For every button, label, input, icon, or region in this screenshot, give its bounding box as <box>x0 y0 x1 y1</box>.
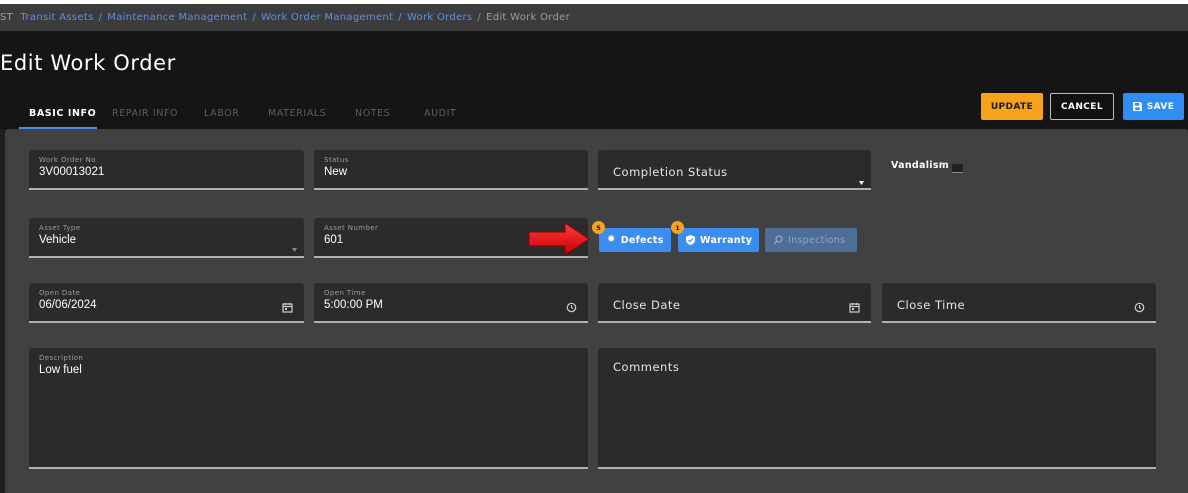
breadcrumb-separator: / <box>252 12 257 23</box>
magnifier-icon <box>773 235 783 245</box>
update-button[interactable]: UPDATE <box>981 93 1043 120</box>
caret-down-icon <box>859 170 864 189</box>
page-title: Edit Work Order <box>0 51 176 75</box>
completion-status-placeholder: Completion Status <box>613 165 728 179</box>
asset-number-label: Asset Number <box>324 224 379 232</box>
work-order-no-field[interactable]: Work Order No 3V00013021 <box>29 150 304 190</box>
breadcrumb-separator: / <box>398 12 402 23</box>
breadcrumb-prefix: ST <box>0 12 14 23</box>
open-time-field[interactable]: Open Time 5:00:00 PM <box>314 283 588 323</box>
app-frame: ST Transit Assets / Maintenance Management… <box>0 4 1188 493</box>
comments-placeholder: Comments <box>613 360 680 374</box>
breadcrumb-item-work-orders[interactable]: Work Orders <box>407 12 472 23</box>
warranty-count-badge: 1 <box>671 221 684 234</box>
vandalism-checkbox[interactable] <box>952 164 963 173</box>
status-label: Status <box>324 156 349 164</box>
breadcrumb-item-maintenance-management[interactable]: Maintenance Management <box>107 12 247 23</box>
breadcrumb-current: Edit Work Order <box>486 12 571 23</box>
save-button-label: SAVE <box>1146 101 1175 112</box>
warranty-button[interactable]: Warranty <box>678 228 759 252</box>
tab-materials[interactable]: MATERIALS <box>268 108 326 119</box>
update-button-label: UPDATE <box>990 101 1034 112</box>
tab-audit[interactable]: AUDIT <box>424 108 456 119</box>
warranty-button-label: Warranty <box>700 234 753 246</box>
inspections-button-label: Inspections <box>788 234 846 246</box>
caret-down-icon <box>292 237 297 256</box>
description-textarea[interactable]: Description Low fuel <box>29 348 588 469</box>
breadcrumb: ST Transit Assets / Maintenance Management… <box>0 12 570 23</box>
asset-type-value: Vehicle <box>39 234 77 246</box>
cancel-button[interactable]: CANCEL <box>1050 93 1114 120</box>
open-time-label: Open Time <box>324 289 366 297</box>
open-time-value: 5:00:00 PM <box>324 299 383 311</box>
breadcrumb-separator: / <box>477 12 482 23</box>
work-order-no-value: 3V00013021 <box>39 166 105 178</box>
close-time-placeholder: Close Time <box>897 298 966 312</box>
tab-basic-info[interactable]: BASIC INFO <box>29 108 96 119</box>
completion-status-select[interactable]: Completion Status <box>598 150 871 190</box>
inspections-button[interactable]: Inspections <box>765 228 857 252</box>
asset-type-select[interactable]: Asset Type Vehicle <box>29 218 304 258</box>
tab-labor[interactable]: LABOR <box>204 108 239 119</box>
asset-type-label: Asset Type <box>39 224 81 232</box>
status-value: New <box>324 166 348 178</box>
breadcrumb-bar: ST Transit Assets / Maintenance Management… <box>0 4 1188 31</box>
breadcrumb-item-transit-assets[interactable]: Transit Assets <box>21 12 94 23</box>
calendar-icon[interactable] <box>849 298 861 313</box>
work-order-no-label: Work Order No <box>39 156 96 164</box>
description-value: Low fuel <box>39 364 82 376</box>
comments-textarea[interactable]: Comments <box>598 348 1156 469</box>
description-label: Description <box>39 354 84 362</box>
close-date-field[interactable]: Close Date <box>598 283 871 323</box>
close-time-field[interactable]: Close Time <box>882 283 1156 323</box>
open-date-value: 06/06/2024 <box>39 299 97 311</box>
breadcrumb-separator: / <box>98 12 103 23</box>
breadcrumb-item-work-order-management[interactable]: Work Order Management <box>261 12 393 23</box>
floppy-disk-icon <box>1132 102 1142 111</box>
tab-repair-info[interactable]: REPAIR INFO <box>112 108 178 119</box>
open-date-field[interactable]: Open Date 06/06/2024 <box>29 283 304 323</box>
calendar-icon[interactable] <box>282 298 294 313</box>
red-arrow-annotation <box>527 221 591 261</box>
status-field[interactable]: Status New <box>314 150 588 190</box>
asset-number-value: 601 <box>324 234 344 246</box>
defects-button-label: Defects <box>620 234 664 246</box>
gear-icon: ✹ <box>607 234 616 245</box>
open-date-label: Open Date <box>39 289 81 297</box>
clock-icon[interactable] <box>1134 298 1146 313</box>
defects-button[interactable]: ✹ Defects <box>599 228 671 252</box>
defects-count-badge: 5 <box>592 221 605 234</box>
save-button[interactable]: SAVE <box>1123 93 1184 120</box>
shield-check-icon <box>686 235 695 245</box>
cancel-button-label: CANCEL <box>1061 101 1103 112</box>
close-date-placeholder: Close Date <box>613 298 681 312</box>
vandalism-label: Vandalism <box>891 160 949 171</box>
clock-icon[interactable] <box>566 298 578 313</box>
tab-notes[interactable]: NOTES <box>355 108 390 119</box>
